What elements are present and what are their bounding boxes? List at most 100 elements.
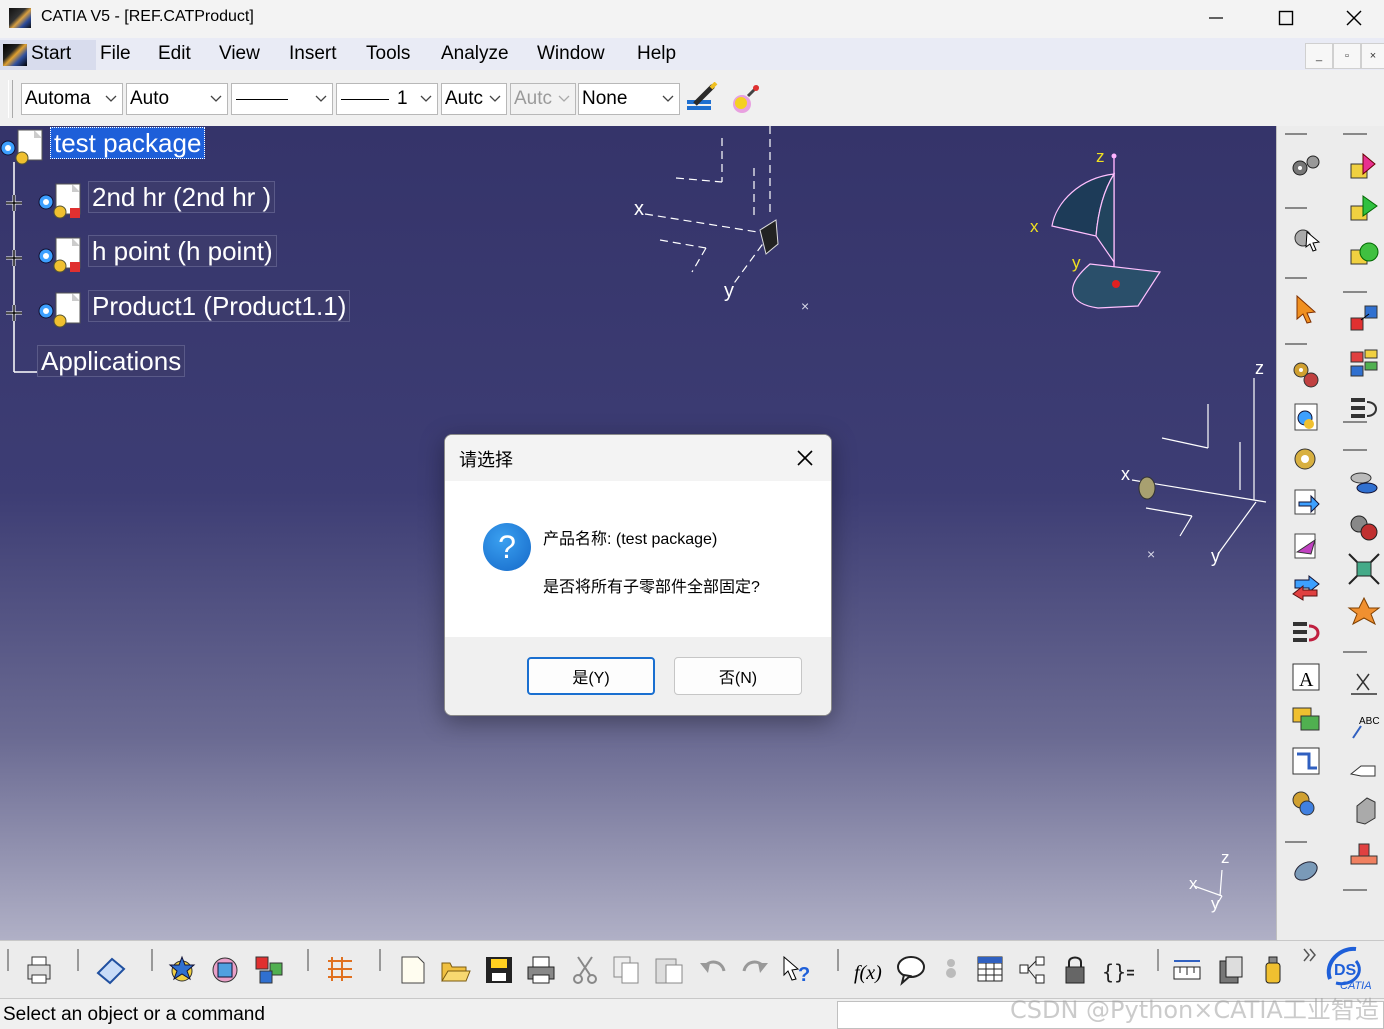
toolbar-grip[interactable] — [8, 80, 13, 118]
doc-close-button[interactable]: × — [1361, 43, 1384, 69]
menu-edit[interactable]: Edit — [158, 43, 191, 65]
tree-node-2nd-hr[interactable]: 2nd hr (2nd hr ) — [88, 181, 276, 213]
menu-view[interactable]: View — [219, 43, 260, 65]
clash-icon[interactable] — [166, 953, 200, 987]
thickness-combo[interactable]: 1 — [336, 83, 438, 115]
distance-band-icon[interactable] — [252, 953, 286, 987]
yes-button[interactable]: 是(Y) — [527, 657, 655, 695]
copy-icon[interactable] — [610, 953, 644, 987]
component-icon[interactable] — [38, 182, 84, 220]
minimize-icon — [1209, 17, 1223, 19]
format-painter-icon[interactable] — [685, 82, 719, 116]
print-icon[interactable] — [524, 953, 558, 987]
flexible-rigid-icon[interactable] — [1347, 594, 1381, 628]
paste-icon[interactable] — [652, 953, 686, 987]
menu-analyze[interactable]: Analyze — [441, 43, 509, 65]
tree-node-product1[interactable]: Product1 (Product1.1) — [88, 290, 351, 322]
constraint-list-icon[interactable] — [1347, 392, 1381, 426]
manipulate-icon[interactable] — [1289, 222, 1323, 256]
toolbar-overflow-chevron-icon[interactable] — [1300, 945, 1320, 965]
close-button[interactable] — [1320, 0, 1384, 36]
new-product-icon[interactable] — [1347, 150, 1381, 184]
menu-insert[interactable]: Insert — [289, 43, 337, 65]
tree-node-root[interactable]: test package — [50, 127, 206, 159]
measure-between-icon[interactable] — [1170, 953, 1204, 987]
point-symbol-combo[interactable]: Autc — [441, 83, 507, 115]
menu-help[interactable]: Help — [637, 43, 676, 65]
menu-tools[interactable]: Tools — [366, 43, 410, 65]
expand-plus-icon[interactable] — [5, 194, 23, 212]
sections-icon[interactable] — [1289, 744, 1323, 778]
fix-component-icon[interactable] — [1289, 358, 1323, 392]
menu-window[interactable]: Window — [537, 43, 605, 65]
offset-constraint-icon[interactable] — [1347, 552, 1381, 586]
doc-minimize-button[interactable]: _ — [1305, 43, 1333, 69]
text-annotation-icon[interactable]: A — [1289, 660, 1323, 694]
undo-icon[interactable] — [696, 953, 730, 987]
graphic-properties-wizard-icon[interactable] — [728, 82, 762, 116]
text-with-leader-icon[interactable]: ABC — [1347, 710, 1381, 744]
replace-component-icon[interactable] — [1289, 486, 1323, 520]
menu-file[interactable]: File — [100, 43, 131, 65]
formula-icon[interactable]: f(x) — [852, 953, 886, 987]
menu-start[interactable]: Start — [0, 40, 96, 70]
law-graph-icon[interactable] — [1016, 953, 1050, 987]
measure-item-icon[interactable] — [1214, 953, 1248, 987]
open-folder-icon[interactable] — [438, 953, 472, 987]
coincidence-constraint-icon[interactable] — [1347, 466, 1381, 500]
existing-component-icon[interactable] — [1289, 400, 1323, 434]
component-icon[interactable] — [38, 236, 84, 274]
new-file-icon[interactable] — [396, 953, 430, 987]
design-table-icon[interactable] — [974, 953, 1008, 987]
question-icon: ? — [483, 523, 531, 571]
product-icon[interactable] — [38, 291, 84, 329]
whats-this-help-icon[interactable]: ? — [780, 953, 814, 987]
select-arrow-icon[interactable] — [1289, 292, 1323, 326]
knowledge-icon[interactable] — [936, 953, 970, 987]
minimize-button[interactable] — [1182, 0, 1250, 36]
measure-inertia-icon[interactable] — [1256, 953, 1290, 987]
linetype-combo[interactable] — [231, 83, 333, 115]
bill-of-material-icon[interactable] — [1347, 666, 1381, 700]
flag-note-icon[interactable] — [1347, 752, 1381, 786]
dialog-close-button[interactable] — [779, 435, 831, 481]
gears-icon[interactable] — [1289, 150, 1323, 184]
cut-icon[interactable] — [568, 953, 602, 987]
product-structure-icon[interactable] — [1347, 346, 1381, 380]
comment-icon[interactable] — [894, 953, 928, 987]
equivalent-dimensions-icon[interactable]: {}= — [1100, 953, 1134, 987]
new-component-icon[interactable] — [1347, 192, 1381, 226]
expand-plus-icon[interactable] — [5, 304, 23, 322]
contact-constraint-icon[interactable] — [1347, 510, 1381, 544]
expand-plus-icon[interactable] — [5, 249, 23, 267]
generate-numbering-icon[interactable] — [1289, 572, 1323, 606]
layer-combo[interactable]: None — [578, 83, 680, 115]
color-combo[interactable]: Automa — [21, 83, 123, 115]
print-setup-icon[interactable] — [22, 953, 56, 987]
doc-restore-button[interactable]: ▫ — [1333, 43, 1361, 69]
catalog-browser-icon[interactable] — [94, 953, 128, 987]
snap-grid-icon[interactable] — [324, 953, 358, 987]
redo-icon[interactable] — [738, 953, 772, 987]
color-combo-value: Automa — [25, 88, 91, 109]
measure-icon[interactable] — [1289, 854, 1323, 888]
start-catia-icon — [3, 44, 27, 66]
product-icon[interactable] — [0, 128, 46, 166]
weld-feature-icon[interactable] — [1347, 794, 1381, 828]
explode-icon[interactable] — [1347, 302, 1381, 336]
multi-instantiate-icon[interactable] — [1289, 786, 1323, 820]
sectioning-icon[interactable] — [208, 953, 242, 987]
stamp-feature-icon[interactable] — [1347, 836, 1381, 870]
maximize-button[interactable] — [1252, 0, 1320, 36]
scenes-icon[interactable] — [1289, 702, 1323, 736]
no-button[interactable]: 否(N) — [674, 657, 802, 695]
tree-node-applications[interactable]: Applications — [37, 345, 186, 377]
new-part-icon[interactable] — [1347, 236, 1381, 270]
reorder-list-icon[interactable] — [1289, 616, 1323, 650]
tree-node-h-point[interactable]: h point (h point) — [88, 235, 277, 267]
graph-tree-reorder-icon[interactable] — [1289, 530, 1323, 564]
lock-parameters-icon[interactable] — [1058, 953, 1092, 987]
transparency-combo[interactable]: Auto — [126, 83, 228, 115]
sub-assembly-gear-icon[interactable] — [1289, 442, 1323, 476]
save-icon[interactable] — [482, 953, 516, 987]
